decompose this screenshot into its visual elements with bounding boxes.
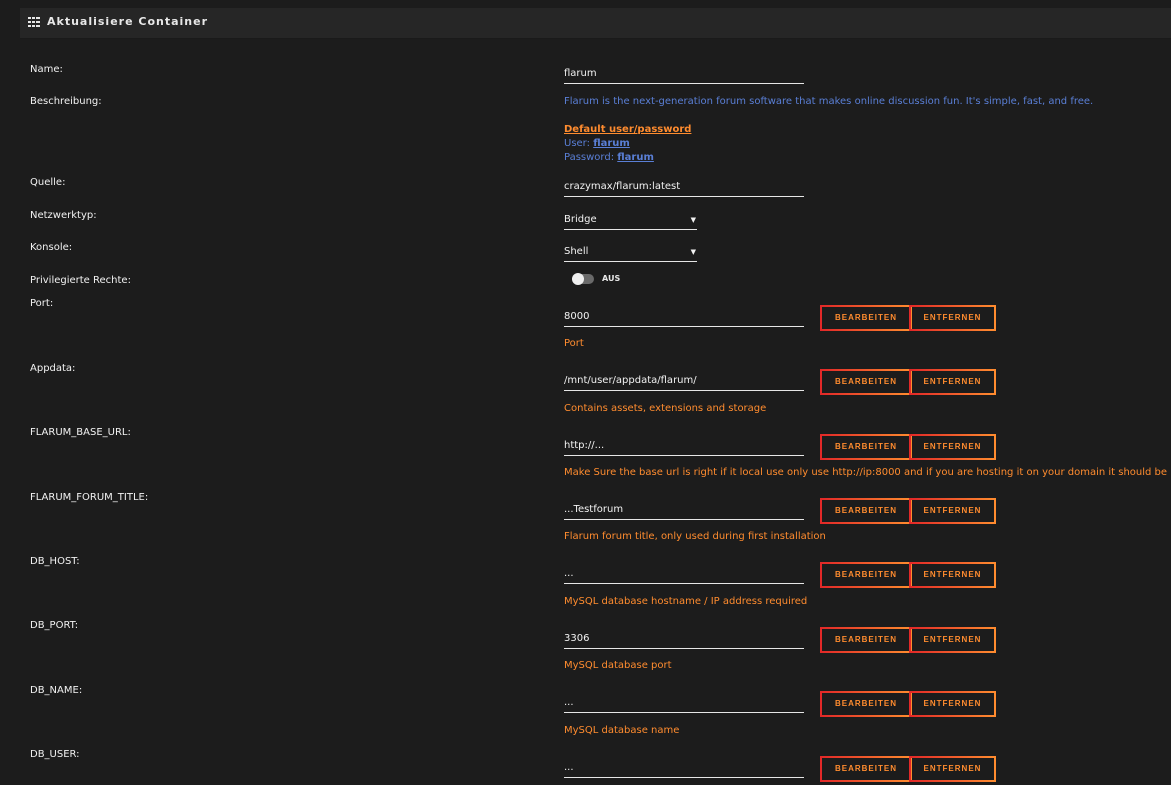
config-input[interactable]: ... <box>564 761 804 778</box>
source-label: Quelle: <box>30 177 66 188</box>
chevron-down-icon: ▼ <box>690 248 696 256</box>
config-input[interactable]: ... <box>564 696 804 713</box>
config-input[interactable]: 3306 <box>564 632 804 649</box>
remove-button[interactable]: ENTFERNEN <box>909 756 996 782</box>
console-value: Shell <box>564 246 589 257</box>
toggle-knob <box>572 273 584 285</box>
console-label: Konsole: <box>30 242 73 253</box>
config-label: Port: <box>30 298 54 309</box>
remove-button[interactable]: ENTFERNEN <box>909 498 996 524</box>
description-text: Flarum is the next-generation forum soft… <box>564 96 1094 107</box>
config-label: FLARUM_BASE_URL: <box>30 427 131 438</box>
privileged-state: AUS <box>602 274 621 283</box>
edit-button[interactable]: BEARBEITEN <box>820 305 912 331</box>
password-credential: Password: flarum <box>564 152 654 163</box>
config-input[interactable]: /mnt/user/appdata/flarum/ <box>564 374 804 391</box>
config-description: MySQL database port <box>564 660 672 671</box>
edit-button[interactable]: BEARBEITEN <box>820 369 912 395</box>
network-type-value: Bridge <box>564 214 597 225</box>
edit-button[interactable]: BEARBEITEN <box>820 756 912 782</box>
edit-button[interactable]: BEARBEITEN <box>820 691 912 717</box>
password-prefix: Password: <box>564 152 615 163</box>
config-label: Appdata: <box>30 363 76 374</box>
config-label: FLARUM_FORUM_TITLE: <box>30 492 149 503</box>
privileged-label: Privilegierte Rechte: <box>30 275 131 286</box>
network-type-label: Netzwerktyp: <box>30 210 97 221</box>
remove-button[interactable]: ENTFERNEN <box>909 369 996 395</box>
config-label: DB_HOST: <box>30 556 80 567</box>
config-input[interactable]: 8000 <box>564 310 804 327</box>
config-description: MySQL database name <box>564 725 680 736</box>
remove-button[interactable]: ENTFERNEN <box>909 562 996 588</box>
password-value-link[interactable]: flarum <box>617 152 654 163</box>
config-description: Contains assets, extensions and storage <box>564 403 767 414</box>
network-type-select[interactable]: Bridge ▼ <box>564 213 697 230</box>
console-select[interactable]: Shell ▼ <box>564 245 697 262</box>
config-label: DB_USER: <box>30 749 80 760</box>
config-description: Flarum forum title, only used during fir… <box>564 531 826 542</box>
remove-button[interactable]: ENTFERNEN <box>909 627 996 653</box>
remove-button[interactable]: ENTFERNEN <box>909 691 996 717</box>
grid-icon <box>28 17 40 27</box>
default-credentials-link[interactable]: Default user/password <box>564 124 691 135</box>
source-input[interactable]: crazymax/flarum:latest <box>564 180 804 197</box>
config-description: MySQL database hostname / IP address req… <box>564 596 808 607</box>
config-description: Port <box>564 338 584 349</box>
config-input[interactable]: ... <box>564 567 804 584</box>
remove-button[interactable]: ENTFERNEN <box>909 305 996 331</box>
edit-button[interactable]: BEARBEITEN <box>820 627 912 653</box>
edit-button[interactable]: BEARBEITEN <box>820 562 912 588</box>
config-label: DB_PORT: <box>30 620 79 631</box>
config-description: Make Sure the base url is right if it lo… <box>564 467 1171 478</box>
page-title: Aktualisiere Container <box>47 15 209 28</box>
description-label: Beschreibung: <box>30 96 102 107</box>
user-prefix: User: <box>564 138 590 149</box>
chevron-down-icon: ▼ <box>690 216 696 224</box>
panel-header: Aktualisiere Container <box>20 8 1171 39</box>
user-credential: User: flarum <box>564 138 630 149</box>
edit-button[interactable]: BEARBEITEN <box>820 498 912 524</box>
config-input[interactable]: http://... <box>564 439 804 456</box>
edit-button[interactable]: BEARBEITEN <box>820 434 912 460</box>
config-label: DB_NAME: <box>30 685 83 696</box>
name-input[interactable]: flarum <box>564 67 804 84</box>
user-value-link[interactable]: flarum <box>593 138 630 149</box>
remove-button[interactable]: ENTFERNEN <box>909 434 996 460</box>
name-label: Name: <box>30 64 63 75</box>
privileged-toggle[interactable] <box>572 273 594 285</box>
config-input[interactable]: ...Testforum <box>564 503 804 520</box>
